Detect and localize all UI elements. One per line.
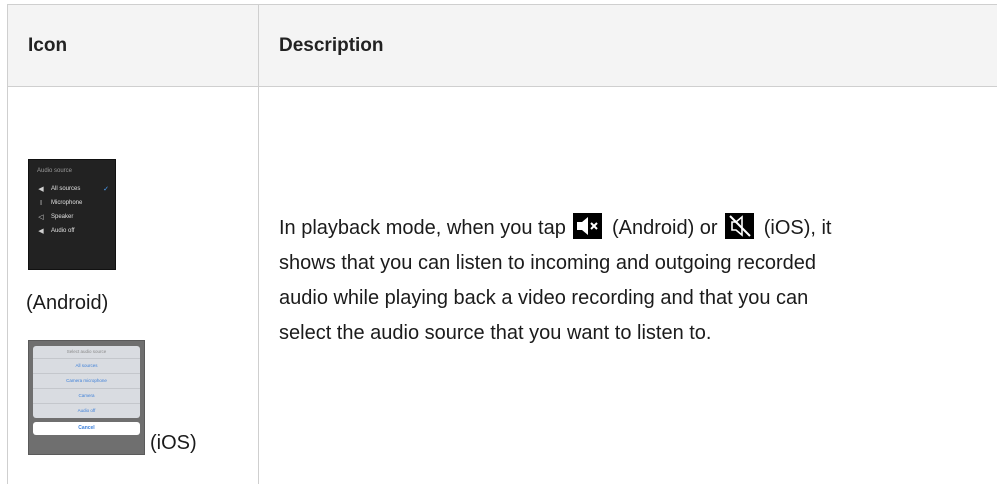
- android-menu-title: Audio source: [37, 168, 73, 174]
- android-menu-item: ◀ All sources ✓: [38, 186, 109, 193]
- ios-sheet-option: All sources: [33, 359, 140, 374]
- column-divider: [258, 4, 259, 484]
- ios-cancel-button: Cancel: [33, 422, 140, 435]
- android-menu-item: Ⅰ Microphone: [37, 196, 109, 210]
- android-caption: (Android): [26, 292, 109, 314]
- check-icon: ✓: [103, 186, 109, 193]
- table-header-row: Icon Description: [8, 5, 997, 86]
- android-menu-item: ◀ Audio off: [38, 228, 75, 235]
- microphone-icon: Ⅰ: [39, 200, 43, 207]
- speaker-mute-icon: ◀: [38, 228, 44, 235]
- android-mute-speaker-icon: [573, 213, 603, 239]
- ios-sheet-title: Select audio source: [33, 346, 140, 359]
- ios-sheet-option: Camera microphone: [33, 374, 140, 389]
- desc-line3: audio while playing back a video recordi…: [279, 287, 809, 309]
- desc-part1: In playback mode, when you tap: [279, 217, 566, 239]
- ios-sheet-option: Camera: [33, 389, 140, 404]
- android-menu-item: ◁ Speaker: [38, 214, 74, 221]
- ios-action-sheet: Select audio source All sources Camera m…: [33, 346, 140, 418]
- table-left-border: [7, 4, 8, 484]
- header-icon: Icon: [28, 35, 68, 56]
- speaker-icon: ◀: [38, 186, 44, 193]
- ios-audio-source-screenshot: Select audio source All sources Camera m…: [28, 340, 145, 455]
- table-top-border: [8, 4, 997, 5]
- desc-line4: select the audio source that you want to…: [279, 322, 712, 344]
- android-audio-source-screenshot: Audio source ◀ All sources ✓ Ⅰ Microphon…: [28, 159, 116, 270]
- ios-caption: (iOS): [150, 432, 197, 454]
- row-description: In playback mode, when you tap (Android)…: [279, 211, 979, 351]
- header-description: Description: [279, 35, 384, 56]
- desc-part2: (Android) or: [611, 217, 718, 239]
- ios-mute-speaker-icon: [725, 213, 755, 239]
- info-table: Icon Description Audio source ◀ All sour…: [0, 0, 997, 484]
- ios-sheet-option: Audio off: [77, 408, 96, 413]
- header-bottom-border: [8, 86, 997, 87]
- desc-line2: shows that you can listen to incoming an…: [279, 252, 817, 274]
- desc-part3: (iOS), it: [763, 217, 832, 239]
- speaker-outline-icon: ◁: [38, 214, 44, 221]
